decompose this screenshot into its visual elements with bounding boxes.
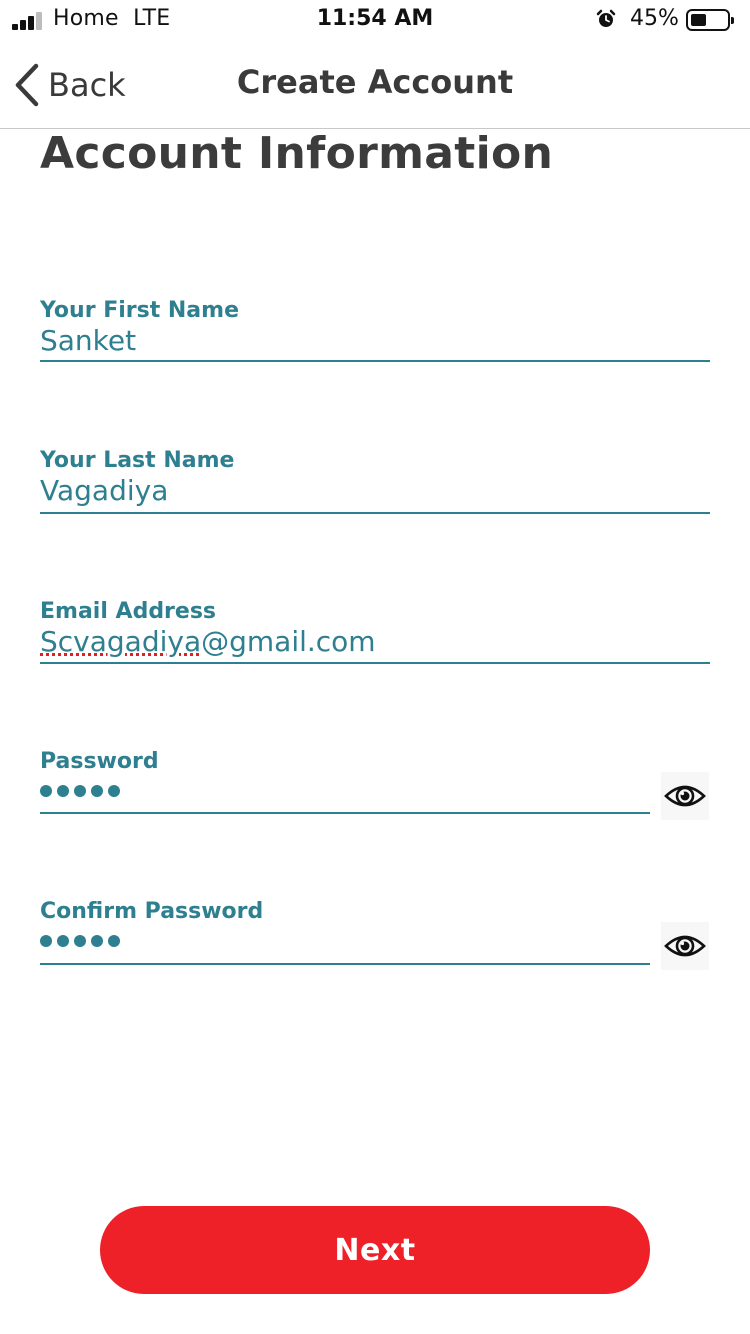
show-password-button[interactable]: [661, 772, 709, 820]
email-input[interactable]: Scvagadiya@gmail.com: [40, 625, 710, 659]
eye-icon: [664, 785, 706, 807]
alarm-clock-icon: [596, 9, 616, 27]
show-confirm-password-button[interactable]: [661, 922, 709, 970]
status-bar: Home LTE 11:54 AM 45%: [0, 0, 750, 42]
password-dot: [74, 935, 86, 947]
email-misspelled-part: Scvagadiya: [40, 625, 202, 658]
eye-icon: [664, 935, 706, 957]
first-name-underline: [40, 360, 710, 362]
section-title: Account Information: [40, 128, 554, 179]
password-dot: [91, 935, 103, 947]
last-name-label: Your Last Name: [40, 448, 235, 473]
last-name-underline: [40, 512, 710, 514]
first-name-input[interactable]: Sanket: [40, 324, 710, 358]
password-dot: [74, 785, 86, 797]
confirm-password-underline: [40, 963, 650, 965]
password-dot: [108, 935, 120, 947]
first-name-field[interactable]: Your First Name Sanket: [40, 298, 710, 362]
password-dot: [57, 785, 69, 797]
password-dot: [91, 785, 103, 797]
email-label: Email Address: [40, 599, 217, 624]
password-dot: [40, 785, 52, 797]
password-field[interactable]: Password: [40, 749, 650, 814]
battery-percent: 45%: [630, 6, 679, 31]
password-dot: [40, 935, 52, 947]
page-title: Create Account: [236, 63, 514, 101]
confirm-password-input[interactable]: [40, 935, 650, 947]
password-dot: [57, 935, 69, 947]
confirm-password-field[interactable]: Confirm Password: [40, 899, 650, 965]
email-underline: [40, 662, 710, 664]
password-underline: [40, 812, 650, 814]
last-name-input[interactable]: Vagadiya: [40, 474, 710, 508]
confirm-password-label: Confirm Password: [40, 899, 264, 924]
next-button[interactable]: Next: [100, 1206, 650, 1294]
password-input[interactable]: [40, 785, 650, 797]
email-domain-part: @gmail.com: [201, 625, 376, 658]
email-field[interactable]: Email Address Scvagadiya@gmail.com: [40, 599, 710, 664]
battery-icon: [686, 9, 734, 31]
password-label: Password: [40, 749, 159, 774]
last-name-field[interactable]: Your Last Name Vagadiya: [40, 448, 710, 514]
first-name-label: Your First Name: [40, 298, 239, 323]
password-dot: [108, 785, 120, 797]
navigation-bar: Back Create Account: [0, 42, 750, 129]
